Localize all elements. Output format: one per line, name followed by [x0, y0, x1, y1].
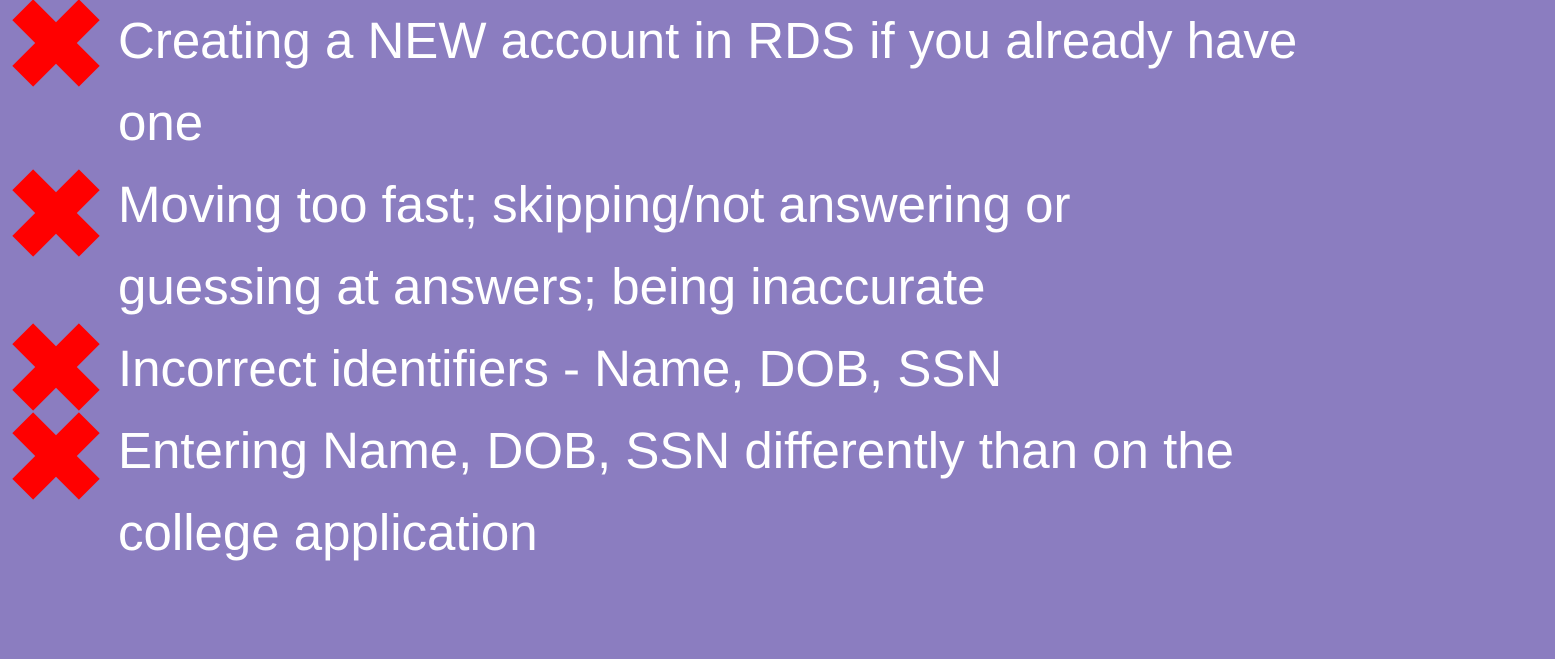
bullet-item-new-account: Creating a NEW account in RDS if you alr…	[0, 0, 1555, 164]
bullet-list: Creating a NEW account in RDS if you alr…	[0, 0, 1555, 574]
bullet-text-line: guessing at answers; being inaccurate	[118, 258, 986, 315]
red-x-icon	[4, 161, 108, 265]
bullet-text-line: Creating a NEW account in RDS if you alr…	[118, 12, 1298, 69]
bullet-text-line: Entering Name, DOB, SSN differently than…	[118, 422, 1234, 479]
bullet-item-incorrect-identifiers: Incorrect identifiers - Name, DOB, SSN	[0, 323, 1555, 411]
bullet-item-entering-differently: Entering Name, DOB, SSN differently than…	[0, 410, 1555, 574]
red-x-icon	[4, 0, 108, 95]
red-x-icon	[4, 404, 108, 508]
bullet-text-line: Incorrect identifiers - Name, DOB, SSN	[118, 340, 1003, 397]
bullet-text-line: Moving too fast; skipping/not answering …	[118, 176, 1071, 233]
bullet-text-line: college application	[118, 504, 538, 561]
bullet-text-line: one	[118, 94, 204, 151]
slide: Creating a NEW account in RDS if you alr…	[0, 0, 1555, 659]
bullet-item-moving-too-fast: Moving too fast; skipping/not answering …	[0, 164, 1555, 328]
